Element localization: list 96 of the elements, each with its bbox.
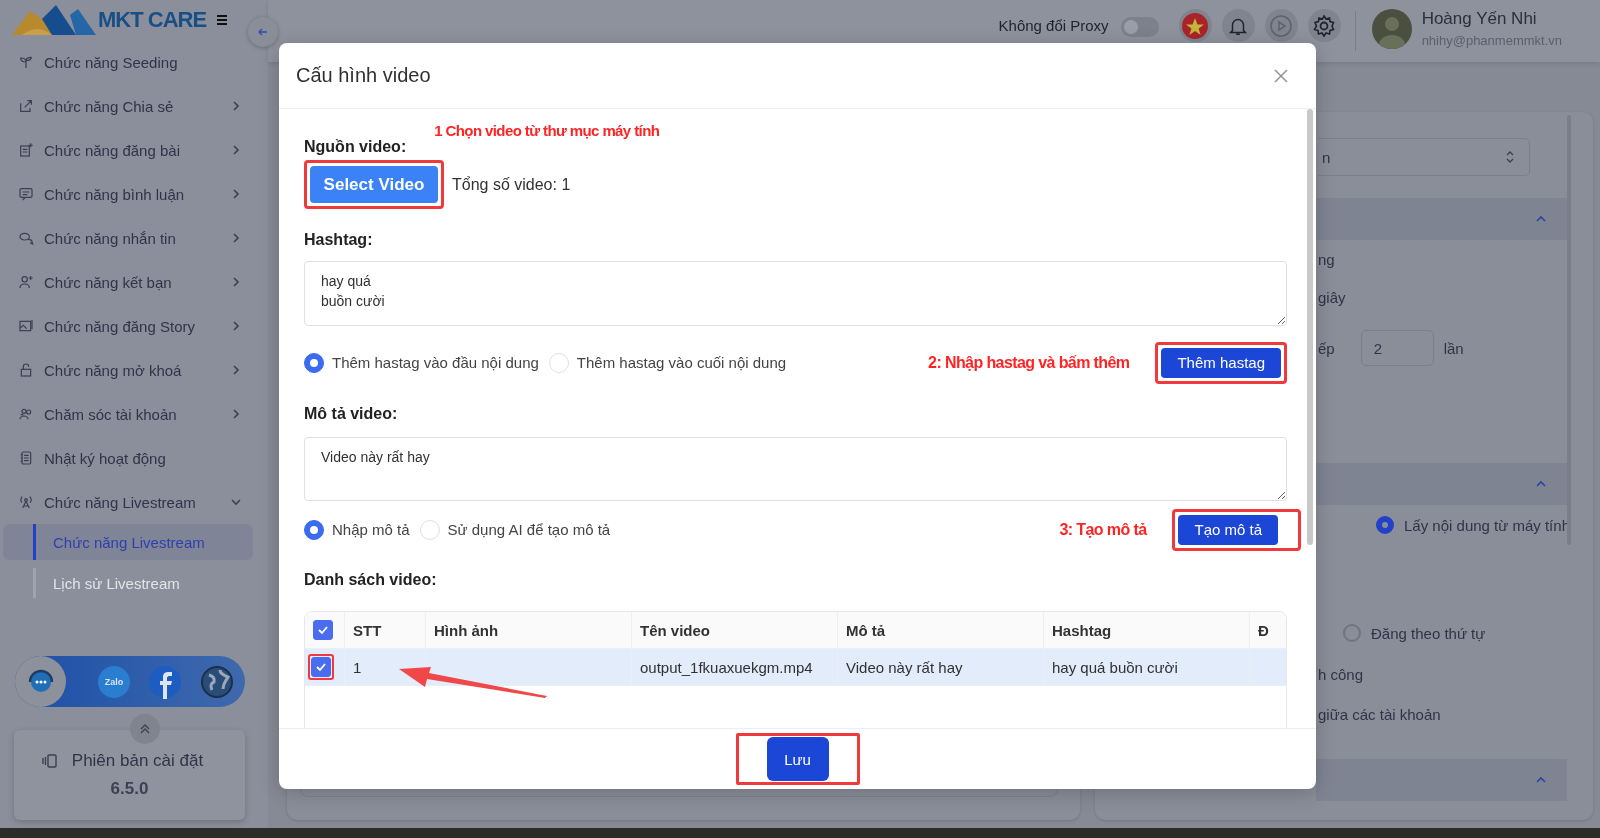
settings-button[interactable]: [1307, 9, 1341, 42]
version-number: 6.5.0: [110, 779, 149, 799]
notification-button[interactable]: [1221, 9, 1255, 42]
back-button[interactable]: [248, 17, 278, 47]
user-name: Hoàng Yến Nhi: [1421, 9, 1538, 29]
sidebar-item[interactable]: Chức năng đăng bài: [0, 128, 268, 172]
sidebar-item[interactable]: Chức năng đăng Story: [0, 304, 268, 348]
checkbox[interactable]: [313, 620, 333, 640]
table-cell: output_1fkuaxuekgm.mp4: [632, 649, 838, 685]
lock-icon: [18, 362, 34, 378]
setting-label: h công: [1318, 665, 1364, 683]
check-icon: [317, 624, 329, 636]
zalo-icon[interactable]: Zalo: [98, 665, 130, 698]
facebook-icon[interactable]: [148, 664, 182, 699]
radio-button[interactable]: [1376, 516, 1394, 534]
field-label: Nguồn video:: [304, 138, 407, 156]
column-header: STT: [345, 612, 426, 648]
chat-icon: [18, 230, 34, 246]
people-icon: [18, 406, 34, 422]
number-field[interactable]: 2: [1360, 330, 1434, 366]
setting-label: giây: [1318, 288, 1346, 306]
annotation-text: 3: Tạo mô tả: [1059, 520, 1147, 539]
sidebar-item[interactable]: Chức năng mở khoá: [0, 348, 268, 392]
sidebar-item[interactable]: Nhật ký hoạt động: [0, 436, 268, 480]
video-count: Tổng số video: 1: [452, 175, 571, 194]
close-icon[interactable]: [1274, 68, 1288, 83]
radio-label: Sử dụng AI để tạo mô tả: [447, 521, 611, 538]
dialog-title: Cấu hình video: [296, 64, 431, 87]
field-label: Danh sách video:: [304, 571, 438, 589]
column-header: Đ: [1250, 612, 1286, 648]
logo-icon: [12, 5, 96, 35]
sidebar-item[interactable]: Chức năng Chia sẻ: [0, 84, 268, 128]
image-icon: [18, 318, 34, 334]
sidebar-item[interactable]: Chức năng kết bạn: [0, 260, 268, 304]
column-header: Hình ảnh: [426, 612, 632, 648]
settings-icon: [1312, 13, 1337, 38]
sidebar-item[interactable]: Chăm sóc tài khoản: [0, 392, 268, 436]
arrow-left-icon: [257, 26, 269, 38]
setting-label: giữa các tài khoản: [1318, 705, 1441, 723]
flag-button[interactable]: [1178, 9, 1212, 42]
logo-text: MKT CARE: [98, 7, 207, 33]
antenna-icon: [18, 494, 34, 510]
column-header: Mô tả: [838, 612, 1044, 648]
sidebar-item[interactable]: Chức năng nhắn tin: [0, 216, 268, 260]
check-icon: [315, 661, 327, 673]
user-plus-icon: [18, 274, 34, 290]
document-plus-icon: [18, 142, 34, 158]
toggle-switch[interactable]: [1120, 17, 1159, 37]
comment-icon: [18, 186, 34, 202]
add-hashtag-button[interactable]: Thêm hastag: [1161, 347, 1281, 378]
unit-label: lần: [1443, 339, 1464, 357]
avatar[interactable]: [1371, 9, 1412, 49]
select-field[interactable]: n: [1318, 138, 1530, 176]
radio-label: Thêm hastag vào cuối nội dung: [576, 354, 787, 371]
radio-label: Nhập mô tả: [332, 521, 410, 538]
select-value: n: [1322, 148, 1331, 166]
sidebar-item[interactable]: Chức năng Seeding: [0, 40, 268, 84]
hashtag-field[interactable]: hay quá buồn cười: [304, 261, 1287, 326]
play-button[interactable]: [1264, 9, 1298, 42]
annotation-text: 2: Nhập hastag và bấm thêm: [928, 353, 1130, 372]
radio-label: Thêm hastag vào đầu nội dung: [332, 354, 539, 371]
globe-icon[interactable]: [200, 664, 234, 699]
radio-button[interactable]: [304, 519, 324, 540]
menu-icon[interactable]: [216, 14, 229, 26]
notebook-icon: [18, 450, 34, 466]
collapse-up-button[interactable]: [130, 714, 160, 744]
radio-label: Đăng theo thứ tự: [1371, 624, 1486, 642]
save-button[interactable]: Lưu: [766, 737, 829, 781]
annotation-text: 1 Chọn video từ thư mục máy tính: [434, 122, 660, 140]
proxy-label: Không đổi Proxy: [998, 17, 1109, 34]
column-header: Hashtag: [1044, 612, 1250, 648]
play-icon: [1269, 13, 1294, 38]
sprout-icon: [18, 54, 34, 70]
submenu-item[interactable]: Lịch sử Livestream: [3, 565, 253, 601]
radio-button[interactable]: [1343, 624, 1361, 642]
support-icon[interactable]: [15, 656, 66, 707]
flag-icon: [1181, 11, 1210, 40]
share-icon: [18, 98, 34, 114]
column-header: Tên video: [632, 612, 838, 648]
field-label: Mô tả video:: [304, 405, 399, 423]
double-chevron-up-icon: [139, 723, 151, 735]
description-field[interactable]: Video này rất hay: [304, 437, 1287, 501]
radio-button[interactable]: [304, 352, 324, 373]
table-cell: hay quá buồn cười: [1044, 649, 1250, 685]
table-cell: Video này rất hay: [838, 649, 1044, 685]
field-label: Hashtag:: [304, 231, 374, 249]
submenu-item[interactable]: Chức năng Livestream: [3, 524, 253, 560]
sidebar-item[interactable]: Chức năng bình luận: [0, 172, 268, 216]
device-icon: [41, 753, 58, 769]
setting-label: ng: [1318, 250, 1335, 268]
updown-icon: [1505, 150, 1515, 164]
version-label: Phiên bản cài đặt: [71, 751, 204, 771]
sidebar-item[interactable]: Chức năng Livestream: [0, 480, 268, 524]
setting-label: ếp: [1318, 339, 1335, 357]
generate-description-button[interactable]: Tạo mô tả: [1178, 514, 1278, 545]
select-video-button[interactable]: Select Video: [310, 166, 438, 203]
